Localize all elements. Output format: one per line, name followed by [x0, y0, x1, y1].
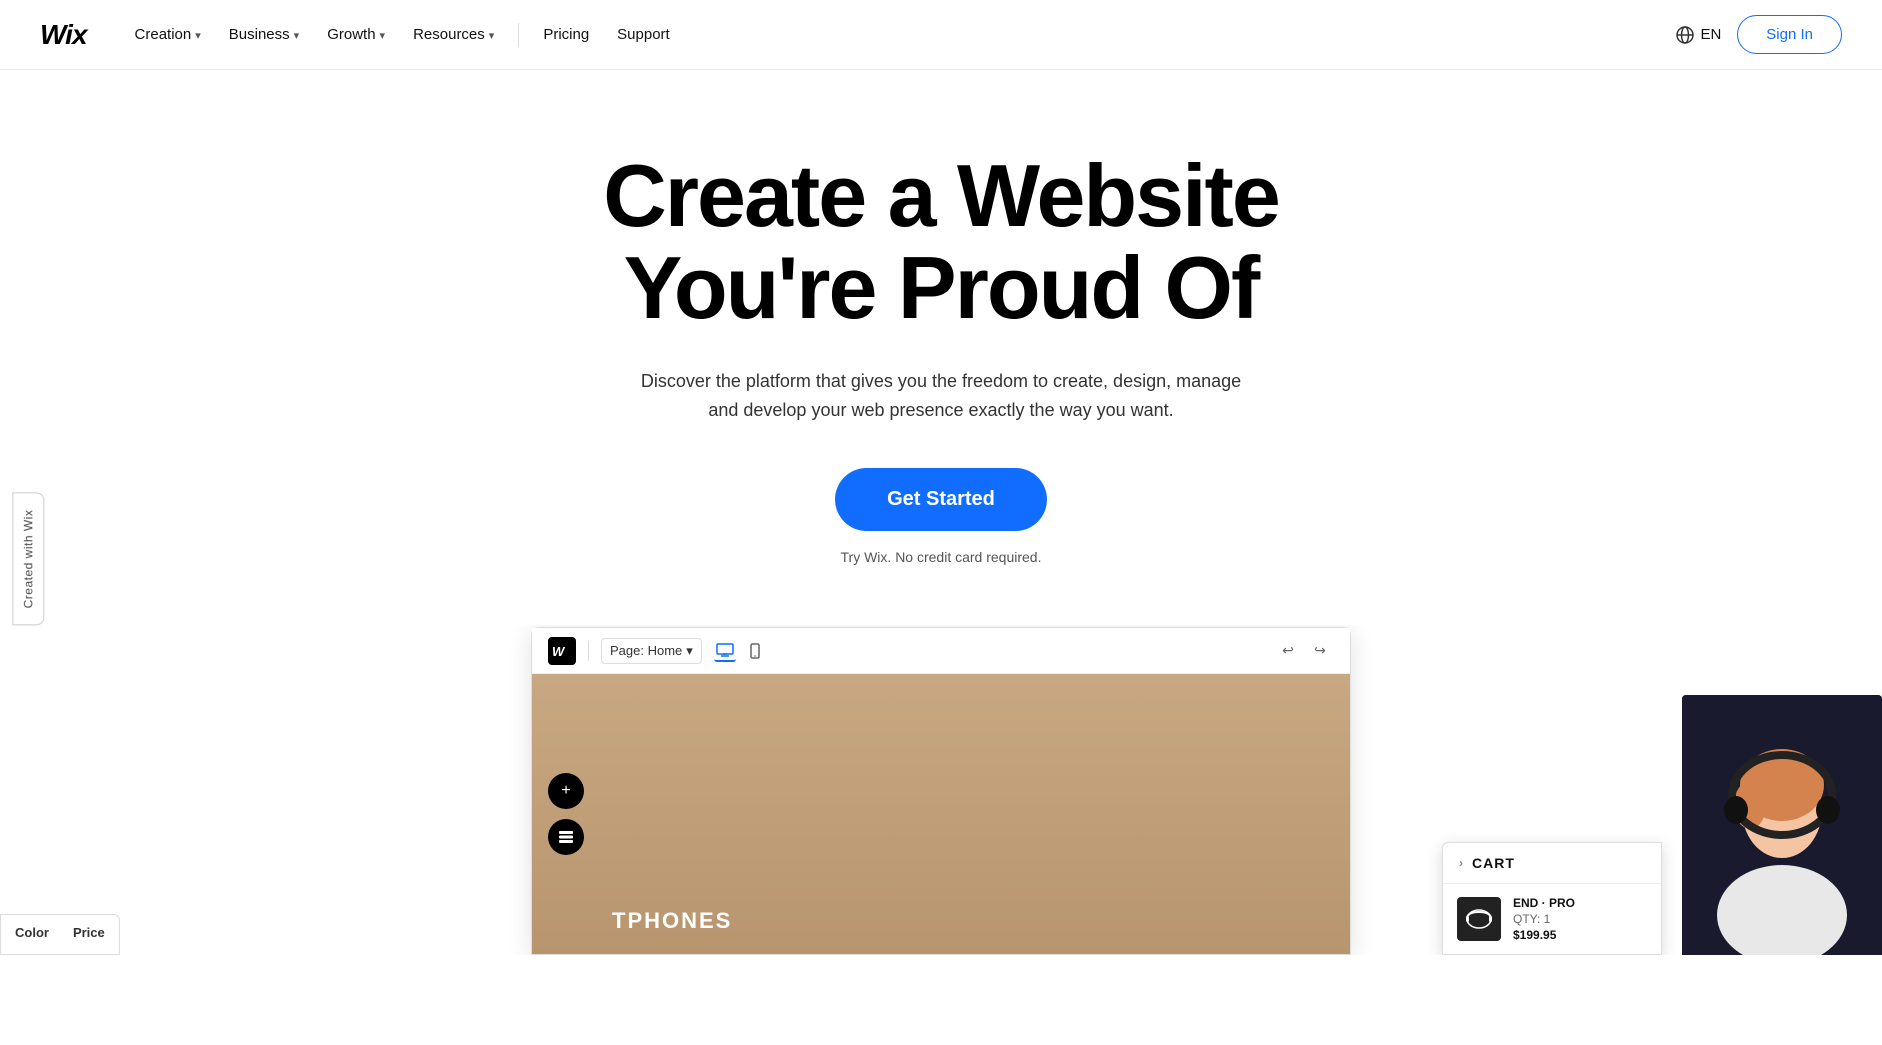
nav-link-pricing[interactable]: Pricing: [531, 18, 601, 51]
globe-icon: [1676, 26, 1694, 44]
nav-link-creation[interactable]: Creation: [123, 18, 213, 51]
hero-subtitle: Discover the platform that gives you the…: [631, 367, 1251, 425]
navbar: Wix Creation Business Growth Resources P…: [0, 0, 1882, 70]
cart-item-price: $199.95: [1513, 928, 1575, 942]
page-selector[interactable]: Page: Home ▾: [601, 638, 702, 664]
price-column-header: Price: [73, 925, 105, 940]
undo-button[interactable]: ↩: [1274, 637, 1302, 665]
editor-toolbar: W Page: Home ▾: [532, 628, 1350, 674]
nav-link-support[interactable]: Support: [605, 18, 682, 51]
chevron-down-icon: [489, 26, 495, 43]
chevron-down-icon: [380, 26, 386, 43]
preview-area: W Page: Home ▾: [0, 625, 1882, 955]
cart-item: END · PRO QTY: 1 $199.95: [1443, 884, 1661, 954]
no-credit-card-text: Try Wix. No credit card required.: [841, 549, 1042, 565]
view-icons: [714, 640, 766, 662]
language-selector[interactable]: EN: [1676, 26, 1721, 44]
nav-link-growth[interactable]: Growth: [315, 18, 397, 51]
nav-link-business[interactable]: Business: [217, 18, 311, 51]
editor-wix-logo: W: [548, 637, 576, 665]
nav-divider: [518, 23, 519, 47]
cart-item-name: END · PRO: [1513, 896, 1575, 910]
layers-button[interactable]: [548, 819, 584, 855]
nav-right: EN Sign In: [1676, 15, 1842, 54]
get-started-button[interactable]: Get Started: [835, 468, 1047, 531]
nav-link-resources[interactable]: Resources: [401, 18, 506, 51]
svg-text:W: W: [552, 644, 566, 658]
editor-side-tools: +: [548, 773, 584, 855]
canvas-brand-text: TPHONES: [612, 908, 1350, 934]
canvas-content: TPHONES: [612, 908, 1350, 934]
sign-in-button[interactable]: Sign In: [1737, 15, 1842, 54]
add-element-button[interactable]: +: [548, 773, 584, 809]
redo-button[interactable]: ↪: [1306, 637, 1334, 665]
editor-canvas: + TPHONES: [532, 674, 1350, 954]
cart-item-details: END · PRO QTY: 1 $199.95: [1513, 896, 1575, 942]
hero-section: Create a WebsiteYou're Proud Of Discover…: [0, 70, 1882, 605]
color-column: Color: [15, 925, 49, 944]
hero-title: Create a WebsiteYou're Proud Of: [603, 150, 1279, 335]
created-with-wix-badge: Created with Wix: [12, 493, 44, 626]
chevron-down-icon: ▾: [686, 643, 693, 659]
price-column: Price: [73, 925, 105, 944]
editor-mockup: W Page: Home ▾: [531, 627, 1351, 955]
undo-redo-controls: ↩ ↪: [1274, 637, 1334, 665]
cart-title: CART: [1472, 855, 1515, 871]
desktop-view-icon[interactable]: [714, 640, 736, 662]
color-column-header: Color: [15, 925, 49, 940]
lang-label: EN: [1700, 26, 1721, 43]
chevron-down-icon: [294, 26, 300, 43]
cart-item-quantity: QTY: 1: [1513, 912, 1575, 926]
nav-links: Creation Business Growth Resources Prici…: [123, 18, 1677, 51]
mobile-view-icon[interactable]: [744, 640, 766, 662]
person-image: [1682, 695, 1882, 955]
cart-header: › CART: [1443, 843, 1661, 884]
color-price-table: Color Price: [0, 914, 120, 955]
cart-item-image: [1457, 897, 1501, 941]
wix-logo[interactable]: Wix: [40, 19, 87, 51]
cart-chevron-icon[interactable]: ›: [1459, 856, 1464, 870]
person-thumbnail: [1682, 695, 1882, 955]
toolbar-divider: [588, 641, 589, 661]
chevron-down-icon: [195, 26, 201, 43]
cart-panel: › CART END · PRO QTY: 1 $199.95: [1442, 842, 1662, 955]
